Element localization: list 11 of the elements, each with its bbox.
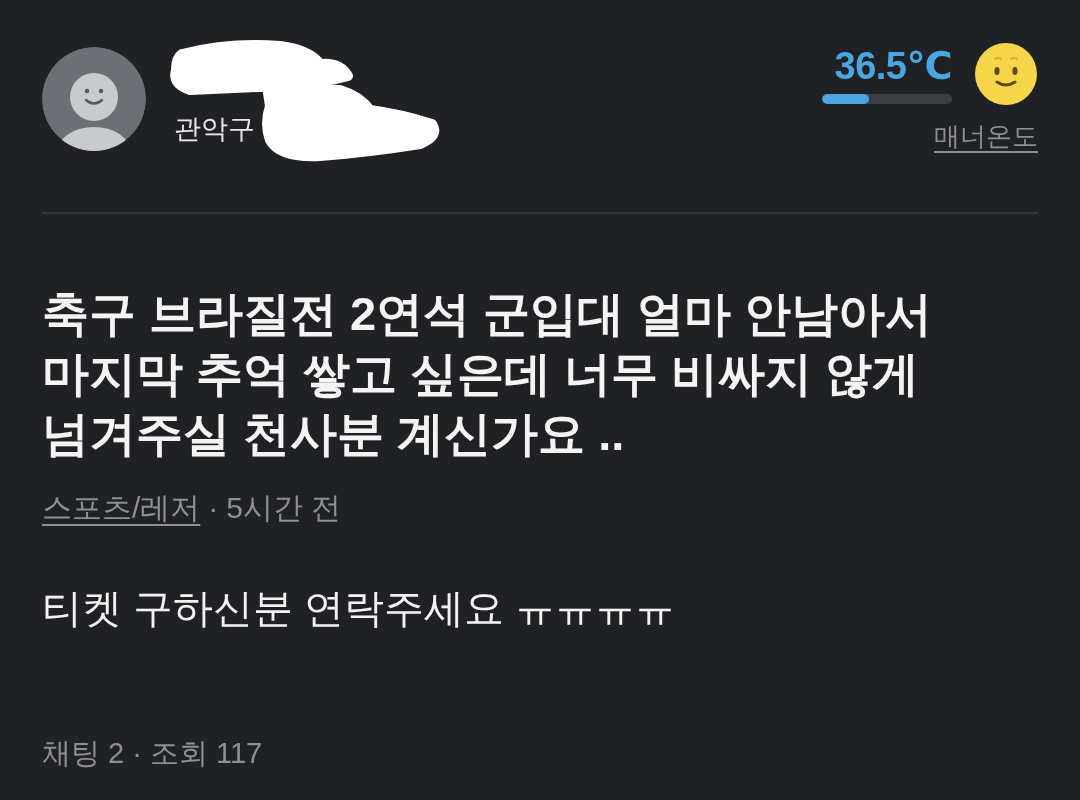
smiley-face-icon — [974, 42, 1038, 106]
post-stats: 채팅 2 · 조회 117 — [42, 736, 263, 770]
avatar-icon — [42, 47, 146, 151]
user-location: 관악구 — [174, 113, 255, 145]
manner-temperature-link[interactable]: 매너온도 — [934, 120, 1038, 152]
temperature-value: 36.5℃ — [834, 44, 952, 88]
category-link[interactable]: 스포츠/레저 — [42, 490, 201, 526]
separator-dot: · — [208, 490, 219, 526]
post-title: 축구 브라질전 2연석 군입대 얼마 안남아서 마지막 추억 쌓고 싶은데 너무 비싸지 않게 넘겨주실 천사분 계신가요 .. — [42, 286, 934, 462]
posted-time: 5시간 전 — [226, 490, 342, 526]
post-body: 티켓 구하신분 연락주세요 ㅠㅠㅠㅠ — [42, 585, 676, 632]
